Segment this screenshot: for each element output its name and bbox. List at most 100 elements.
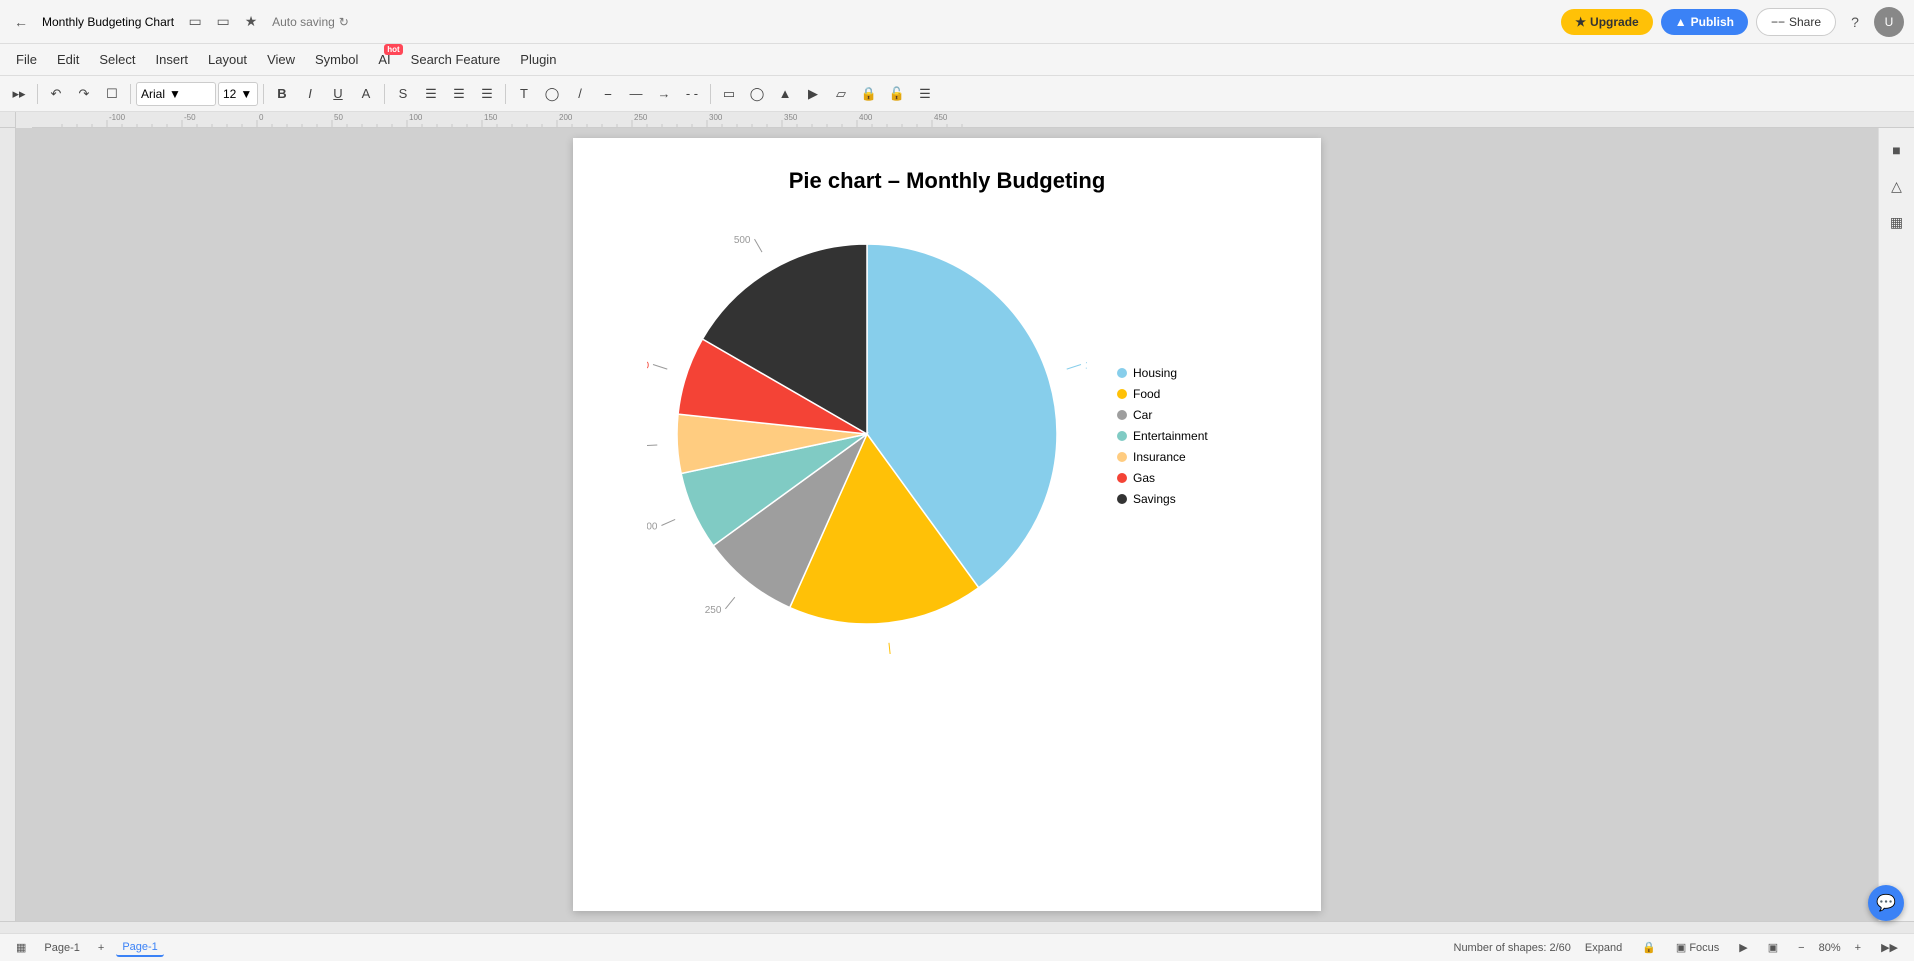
legend-color-dot — [1117, 389, 1127, 399]
separator5 — [505, 84, 506, 104]
list-button[interactable]: ☰ — [474, 81, 500, 107]
focus-btn[interactable]: ▣ Focus — [1670, 939, 1725, 956]
dashed-button[interactable]: - - — [679, 81, 705, 107]
menu-symbol[interactable]: Symbol — [307, 48, 366, 71]
ellipse-button[interactable]: ◯ — [744, 81, 770, 107]
svg-text:50: 50 — [334, 113, 343, 122]
grid-icon[interactable]: ▦ — [1883, 208, 1911, 236]
chat-button[interactable]: 💬 — [1868, 885, 1904, 921]
page-menu-btn[interactable]: ▦ — [10, 939, 32, 956]
layers-icon[interactable]: △ — [1883, 172, 1911, 200]
back-icon[interactable]: ← — [10, 11, 32, 33]
legend-color-dot — [1117, 431, 1127, 441]
crop-btn[interactable]: ▱ — [828, 81, 854, 107]
rect-button[interactable]: ▭ — [716, 81, 742, 107]
svg-text:250: 250 — [705, 605, 722, 616]
expand-ui-btn[interactable]: ▶▶ — [1875, 939, 1904, 956]
italic-button[interactable]: I — [297, 81, 323, 107]
font-family-value: Arial — [141, 87, 165, 101]
upgrade-button[interactable]: ★ Upgrade — [1561, 9, 1652, 35]
legend-item: Savings — [1117, 492, 1247, 506]
menu-view[interactable]: View — [259, 48, 303, 71]
upgrade-label: Upgrade — [1590, 15, 1639, 29]
svg-text:-100: -100 — [109, 113, 126, 122]
arrow-button[interactable]: → — [651, 81, 677, 107]
topbar-right: ★ Upgrade ▲ Publish −− Share ? U — [1561, 7, 1904, 37]
polygon-button[interactable]: ▲ — [772, 81, 798, 107]
separator3 — [263, 84, 264, 104]
expand-panels-btn[interactable]: ▸▸ — [6, 81, 32, 107]
table-btn[interactable]: ☰ — [912, 81, 938, 107]
align-center-button[interactable]: ☰ — [446, 81, 472, 107]
line-button[interactable]: / — [567, 81, 593, 107]
star-icon[interactable]: ★ — [240, 11, 262, 33]
legend-item: Food — [1117, 387, 1247, 401]
select-btn[interactable]: ▶ — [800, 81, 826, 107]
legend-item: Gas — [1117, 471, 1247, 485]
svg-text:150: 150 — [484, 113, 498, 122]
bold-button[interactable]: B — [269, 81, 295, 107]
separator6 — [710, 84, 711, 104]
svg-text:400: 400 — [859, 113, 873, 122]
legend-label: Housing — [1133, 366, 1177, 380]
lock-btn[interactable]: 🔒 — [856, 81, 882, 107]
print-button[interactable]: ☐ — [99, 81, 125, 107]
separator2 — [130, 84, 131, 104]
topbar-icons: ▭ ▭ ★ — [184, 11, 262, 33]
expand-label: Expand — [1585, 942, 1622, 954]
connector-button[interactable]: ⎯ — [595, 81, 621, 107]
page-tab-label: Page-1 — [44, 942, 79, 954]
shape-button[interactable]: ◯ — [539, 81, 565, 107]
zoom-in-btn[interactable]: + — [1849, 940, 1867, 956]
share-label: Share — [1789, 15, 1821, 29]
line-style-button[interactable]: — — [623, 81, 649, 107]
menu-file[interactable]: File — [8, 48, 45, 71]
unlock-btn[interactable]: 🔓 — [884, 81, 910, 107]
menu-ai[interactable]: AI hot — [370, 48, 398, 71]
legend-color-dot — [1117, 473, 1127, 483]
present-btn[interactable]: ▶ — [1733, 939, 1753, 956]
svg-text:500: 500 — [734, 235, 751, 246]
redo-button[interactable]: ↷ — [71, 81, 97, 107]
font-size-select[interactable]: 12 ▼ — [218, 82, 258, 106]
legend-label: Entertainment — [1133, 429, 1208, 443]
menu-search-feature[interactable]: Search Feature — [403, 48, 509, 71]
current-page-tab[interactable]: Page-1 — [116, 939, 163, 957]
properties-icon[interactable]: ■ — [1883, 136, 1911, 164]
export-icon[interactable]: ▭ — [212, 11, 234, 33]
legend-item: Insurance — [1117, 450, 1247, 464]
fit-page-btn[interactable]: ▣ — [1762, 939, 1784, 956]
chart-legend: HousingFoodCarEntertainmentInsuranceGasS… — [1117, 366, 1247, 506]
menu-edit[interactable]: Edit — [49, 48, 87, 71]
font-size-value: 12 — [223, 87, 236, 101]
svg-text:450: 450 — [934, 113, 948, 122]
publish-button[interactable]: ▲ Publish — [1661, 9, 1748, 35]
share-button[interactable]: −− Share — [1756, 8, 1836, 36]
svg-text:200: 200 — [647, 522, 658, 533]
menu-plugin[interactable]: Plugin — [512, 48, 564, 71]
superscript-button[interactable]: S — [390, 81, 416, 107]
menu-select[interactable]: Select — [91, 48, 143, 71]
add-page-btn[interactable]: + — [92, 940, 110, 956]
page-tab-btn[interactable]: Page-1 — [38, 940, 85, 956]
horizontal-scrollbar[interactable] — [0, 921, 1914, 933]
text-button[interactable]: T — [511, 81, 537, 107]
menu-layout[interactable]: Layout — [200, 48, 255, 71]
bookmark-icon[interactable]: ▭ — [184, 11, 206, 33]
expand-btn[interactable]: Expand — [1579, 940, 1628, 956]
lock-status-icon[interactable]: 🔒 — [1636, 939, 1662, 956]
underline-button[interactable]: U — [325, 81, 351, 107]
svg-text:0: 0 — [259, 113, 264, 122]
align-left-button[interactable]: ☰ — [418, 81, 444, 107]
font-color-button[interactable]: A — [353, 81, 379, 107]
app-title: Monthly Budgeting Chart — [42, 15, 174, 29]
user-avatar[interactable]: U — [1874, 7, 1904, 37]
menu-insert[interactable]: Insert — [148, 48, 197, 71]
svg-text:250: 250 — [634, 113, 648, 122]
statusbar-left: ▦ Page-1 + Page-1 — [10, 939, 164, 957]
canvas-area[interactable]: Pie chart – Monthly Budgeting 1200500250… — [16, 128, 1878, 921]
undo-button[interactable]: ↶ — [43, 81, 69, 107]
zoom-out-btn[interactable]: − — [1792, 940, 1810, 956]
font-family-select[interactable]: Arial ▼ — [136, 82, 216, 106]
help-icon[interactable]: ? — [1844, 11, 1866, 33]
